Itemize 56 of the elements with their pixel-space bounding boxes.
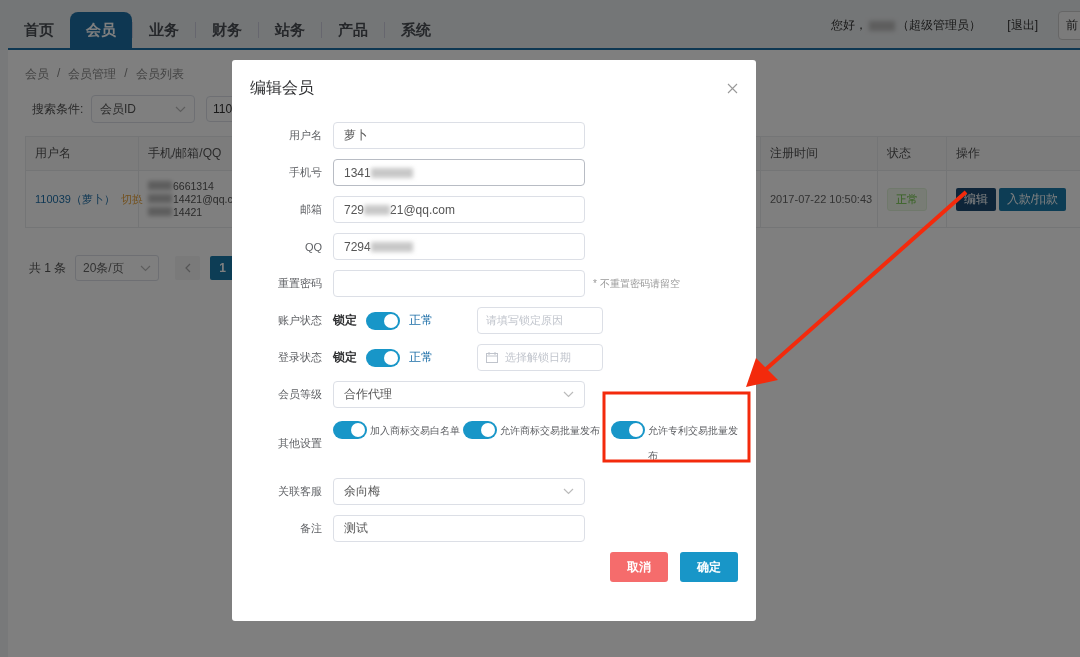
text-field[interactable]: 萝卜 (333, 122, 585, 149)
nav-tab[interactable]: 会员 (70, 12, 132, 48)
field-label: 备注 (299, 521, 322, 536)
breadcrumb-separator: / (57, 66, 61, 82)
field-label: 登录状态 (277, 350, 322, 365)
search-field-select[interactable]: 会员ID (91, 95, 195, 123)
nav-tab[interactable]: 首页 (8, 12, 70, 48)
cancel-button[interactable]: 取消 (610, 552, 668, 582)
field-label: 会员等级 (277, 387, 322, 402)
field-label: 邮箱 (299, 202, 322, 217)
text-field[interactable]: 7294 (333, 233, 585, 260)
switch-label: 允许专利交易批量发布 (648, 424, 739, 463)
column-header: 注册时间 (760, 136, 877, 171)
user-role: （超级管理员） (897, 17, 982, 34)
contact-text: 14421 (173, 205, 203, 218)
total-count: 共 1 条 (29, 259, 68, 277)
locked-label: 锁定 (333, 312, 357, 329)
nav-tab[interactable]: 站务 (259, 12, 321, 48)
select-field[interactable]: 合作代理 (333, 381, 585, 408)
text-field[interactable]: 测试 (333, 515, 585, 542)
field-label: 账户状态 (277, 313, 322, 328)
logout-link[interactable]: [退出] (1007, 17, 1038, 34)
field-label: 其他设置 (277, 435, 322, 451)
contact-text: 14421@qq.c (173, 192, 233, 205)
switch-label: 允许商标交易批量发布 (500, 424, 600, 438)
breadcrumb-separator: / (124, 66, 128, 82)
select-field[interactable]: 余向梅 (333, 478, 585, 505)
edit-button[interactable]: 编辑 (956, 187, 996, 211)
field-label: 关联客服 (277, 484, 322, 499)
status-tag: 正常 (887, 187, 927, 211)
field-label: 重置密码 (277, 276, 322, 291)
column-header: 状态 (877, 136, 946, 171)
confirm-button[interactable]: 确定 (680, 552, 738, 582)
front-button[interactable]: 前 (1058, 11, 1080, 40)
deposit-button[interactable]: 入款/扣款 (999, 187, 1067, 211)
field-label: QQ (303, 240, 322, 253)
search-label: 搜索条件: (32, 100, 85, 118)
nav-tab[interactable]: 产品 (322, 12, 384, 48)
table-cell: 2017-07-22 10:50:43 (770, 193, 873, 205)
column-header: 操作 (946, 136, 1080, 171)
normal-label: 正常 (409, 349, 433, 366)
nav-tab[interactable]: 系统 (385, 12, 447, 48)
dialog-title: 编辑会员 (250, 77, 314, 98)
contact-text: 6661314 (173, 179, 214, 192)
switch-label: 加入商标交易白名单 (370, 424, 460, 438)
user-link[interactable]: 110039（萝卜） (35, 191, 115, 207)
text-field[interactable]: 729 21@qq.com (333, 196, 585, 223)
normal-label: 正常 (409, 312, 433, 329)
greeting-text: 您好， (831, 17, 868, 34)
nav-tab[interactable]: 财务 (196, 12, 258, 48)
page-size-select[interactable]: 20条/页 (75, 255, 159, 281)
locked-label: 锁定 (333, 349, 357, 366)
nav-tab[interactable]: 业务 (133, 12, 195, 48)
column-header: 用户名 (25, 136, 138, 171)
text-field[interactable]: 1341 (333, 159, 585, 186)
hint-text: * 不重置密码请留空 (593, 276, 680, 291)
